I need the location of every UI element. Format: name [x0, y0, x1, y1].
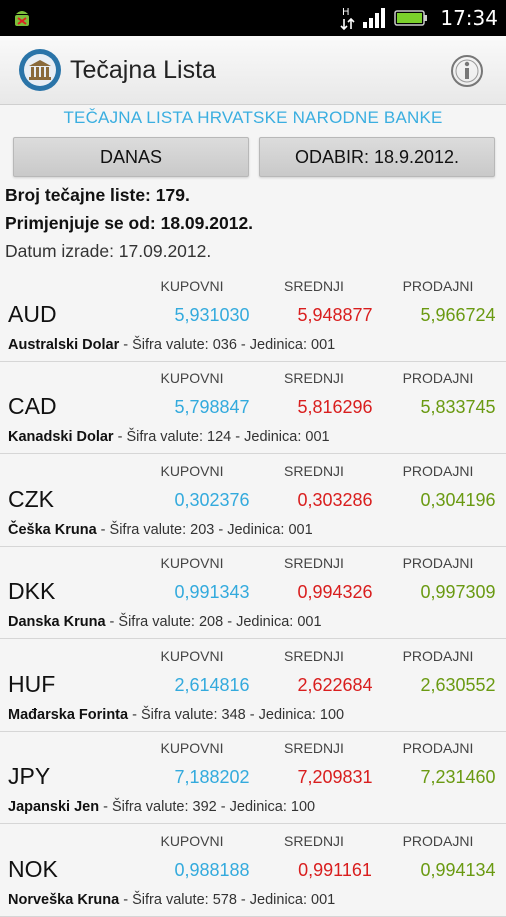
currency-name: Japanski Jen [8, 799, 100, 815]
currency-description: Kanadski Dolar - Šifra valute: 124 - Jed… [8, 429, 330, 445]
column-header-srednji: SREDNJI [284, 740, 344, 756]
currency-name: Mađarska Forinta [8, 707, 129, 723]
valid-from: Primjenjuje se od: 18.09.2012. [5, 213, 254, 233]
bank-logo-icon[interactable] [18, 48, 62, 92]
column-header-srednji: SREDNJI [284, 648, 344, 664]
currency-code: HUF [8, 671, 56, 697]
row-divider [0, 823, 506, 824]
selling-rate: 5,833745 [420, 397, 496, 417]
status-bar: H 17:34 [0, 0, 506, 36]
column-header-kupovni: KUPOVNI [160, 463, 224, 479]
currency-row[interactable]: KUPOVNI SREDNJI PRODAJNI CZK 0,302376 0,30328… [0, 455, 506, 547]
currency-row[interactable]: KUPOVNI SREDNJI PRODAJNI NOK 0,988188 0,99116… [0, 825, 506, 917]
column-header-kupovni: KUPOVNI [160, 278, 224, 294]
column-header-srednji: SREDNJI [284, 463, 344, 479]
currency-row[interactable]: KUPOVNI SREDNJI PRODAJNI DKK 0,991343 0,99432… [0, 547, 506, 639]
column-header-prodajni: PRODAJNI [402, 463, 474, 479]
middle-rate: 5,816296 [297, 397, 373, 417]
currency-name: Kanadski Dolar [8, 429, 114, 445]
currency-name: Australski Dolar [8, 337, 120, 353]
currency-info: - Šifra valute: 578 - Jedinica: 001 [119, 892, 336, 908]
today-button[interactable]: DANAS [13, 137, 249, 177]
currency-description: Danska Kruna - Šifra valute: 208 - Jedin… [8, 614, 322, 630]
middle-rate: 0,994326 [297, 582, 373, 602]
currency-name: Češka Kruna [8, 522, 97, 538]
selling-rate: 0,997309 [420, 582, 496, 602]
currency-code: DKK [8, 578, 56, 604]
column-header-srednji: SREDNJI [284, 278, 344, 294]
column-header-prodajni: PRODAJNI [402, 740, 474, 756]
column-header-kupovni: KUPOVNI [160, 555, 224, 571]
currency-description: Japanski Jen - Šifra valute: 392 - Jedin… [8, 799, 315, 815]
currency-info: - Šifra valute: 208 - Jedinica: 001 [105, 614, 322, 630]
date-select-button[interactable]: ODABIR: 18.9.2012. [259, 137, 495, 177]
page-banner: TEČAJNA LISTA HRVATSKE NARODNE BANKE [63, 108, 443, 127]
list-number: Broj tečajne liste: 179. [5, 185, 190, 205]
currency-info: - Šifra valute: 348 - Jedinica: 100 [128, 707, 345, 723]
currency-code: AUD [8, 301, 57, 327]
buying-rate: 0,988188 [174, 860, 250, 880]
currency-description: Mađarska Forinta - Šifra valute: 348 - J… [8, 707, 344, 723]
buying-rate: 5,931030 [174, 305, 250, 325]
row-divider [0, 453, 506, 454]
currency-info: - Šifra valute: 203 - Jedinica: 001 [96, 522, 313, 538]
network-type-icon: H [340, 7, 355, 31]
column-header-srednji: SREDNJI [284, 555, 344, 571]
currency-description: Češka Kruna - Šifra valute: 203 - Jedini… [8, 522, 313, 538]
row-divider [0, 638, 506, 639]
middle-rate: 7,209831 [297, 767, 373, 787]
currency-info: - Šifra valute: 036 - Jedinica: 001 [119, 337, 336, 353]
selling-rate: 7,231460 [420, 767, 496, 787]
middle-rate: 2,622684 [297, 675, 373, 695]
column-header-kupovni: KUPOVNI [160, 370, 224, 386]
column-header-prodajni: PRODAJNI [402, 833, 474, 849]
currency-row[interactable]: KUPOVNI SREDNJI PRODAJNI JPY 7,188202 7,20983… [0, 732, 506, 824]
currency-row[interactable]: KUPOVNI SREDNJI PRODAJNI CAD 5,798847 5,81629… [0, 362, 506, 454]
middle-rate: 0,303286 [297, 490, 373, 510]
buying-rate: 2,614816 [174, 675, 250, 695]
column-header-srednji: SREDNJI [284, 833, 344, 849]
currency-name: Danska Kruna [8, 614, 106, 630]
middle-rate: 0,991161 [298, 860, 372, 880]
column-header-kupovni: KUPOVNI [160, 833, 224, 849]
created-date: Datum izrade: 17.09.2012. [5, 241, 212, 261]
action-bar: Tečajna Lista [0, 36, 506, 105]
currency-code: JPY [8, 763, 51, 789]
currency-info: - Šifra valute: 124 - Jedinica: 001 [113, 429, 330, 445]
buying-rate: 0,991343 [174, 582, 250, 602]
column-header-prodajni: PRODAJNI [402, 555, 474, 571]
currency-code: CZK [8, 486, 54, 512]
column-header-srednji: SREDNJI [284, 370, 344, 386]
buying-rate: 7,188202 [174, 767, 250, 787]
middle-rate: 5,948877 [297, 305, 373, 325]
buying-rate: 0,302376 [174, 490, 250, 510]
selling-rate: 2,630552 [420, 675, 496, 695]
currency-description: Norveška Kruna - Šifra valute: 578 - Jed… [8, 892, 335, 908]
currency-row[interactable]: KUPOVNI SREDNJI PRODAJNI AUD 5,931030 5,94887… [0, 270, 506, 362]
clock: 17:34 [440, 6, 498, 30]
column-header-kupovni: KUPOVNI [160, 740, 224, 756]
currency-info: - Šifra valute: 392 - Jedinica: 100 [99, 799, 316, 815]
battery-icon [394, 10, 428, 26]
column-header-prodajni: PRODAJNI [402, 648, 474, 664]
column-header-prodajni: PRODAJNI [402, 278, 474, 294]
column-header-kupovni: KUPOVNI [160, 648, 224, 664]
buying-rate: 5,798847 [174, 397, 250, 417]
selling-rate: 0,994134 [420, 860, 496, 880]
currency-row[interactable]: KUPOVNI SREDNJI PRODAJNI HUF 2,614816 2,62268… [0, 640, 506, 732]
svg-text:H: H [342, 7, 350, 18]
signal-icon [363, 8, 386, 28]
column-header-prodajni: PRODAJNI [402, 370, 474, 386]
currency-name: Norveška Kruna [8, 892, 120, 908]
currency-code: CAD [8, 393, 57, 419]
android-notification-icon [15, 11, 29, 26]
app-title: Tečajna Lista [70, 56, 216, 84]
selling-rate: 5,966724 [420, 305, 496, 325]
currency-code: NOK [8, 856, 58, 882]
info-icon[interactable] [450, 54, 484, 88]
currency-description: Australski Dolar - Šifra valute: 036 - J… [8, 337, 335, 353]
selling-rate: 0,304196 [420, 490, 496, 510]
